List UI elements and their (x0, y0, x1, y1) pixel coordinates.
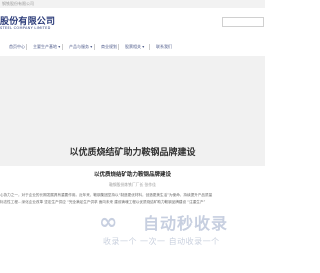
watermark: ∞ 自动秒收录 收录一个 一次一 自动收录一个 (99, 208, 269, 252)
nav-item-planning[interactable]: 商业规划 (101, 40, 117, 54)
article-line: 标志性工程…深化企业改革 坚定生产供应 “完全满足生产供求 面向未来 建设铸魂工… (0, 200, 206, 204)
search-input[interactable] (222, 17, 264, 27)
article-title: 以优质烧结矿助力鞍钢品牌建设 (93, 172, 171, 178)
nav-item-contact[interactable]: 联系我们 (156, 40, 172, 54)
nav-item-stocks[interactable]: 股票相关 ▾ (125, 40, 144, 54)
article-line: 心协力之一，对于企业的长期发展具有重要作用。近年来，鞍钢集团坚持以“制造更优材料… (0, 193, 213, 197)
top-bar: 钢铁股份有限公司 (0, 0, 265, 8)
watermark-logo-icon: ∞ (99, 210, 118, 235)
nav-item-home[interactable]: 首页中心 (9, 40, 25, 54)
nav-item-products[interactable]: 产品与服务 ▾ (69, 40, 92, 54)
nav-divider (94, 44, 95, 50)
nav-item-production-bases[interactable]: 主要生产基地 ▾ (33, 40, 60, 54)
article-body: 心协力之一，对于企业的长期发展具有重要作用。近年来，鞍钢集团坚持以“制造更优材料… (0, 192, 265, 206)
nav-divider (118, 44, 119, 50)
top-bar-text: 钢铁股份有限公司 (2, 1, 34, 6)
watermark-subtext: 收录一个 一次一 自动收录一个 (103, 237, 220, 246)
article-meta: 鞍钢股份炼铁厂厂长 张作佳 (109, 182, 156, 187)
nav-divider (26, 44, 27, 50)
hero-title: 以优质烧结矿助力鞍钢品牌建设 (69, 148, 196, 158)
nav-divider (62, 44, 63, 50)
main-nav: 首页中心 主要生产基地 ▾ 产品与服务 ▾ 商业规划 股票相关 ▾ 联系我们 (0, 40, 265, 54)
company-logo-english: STEEL COMPANY LIMITED (0, 26, 51, 30)
nav-divider (149, 44, 150, 50)
watermark-text: 自动秒收录 (143, 214, 229, 233)
